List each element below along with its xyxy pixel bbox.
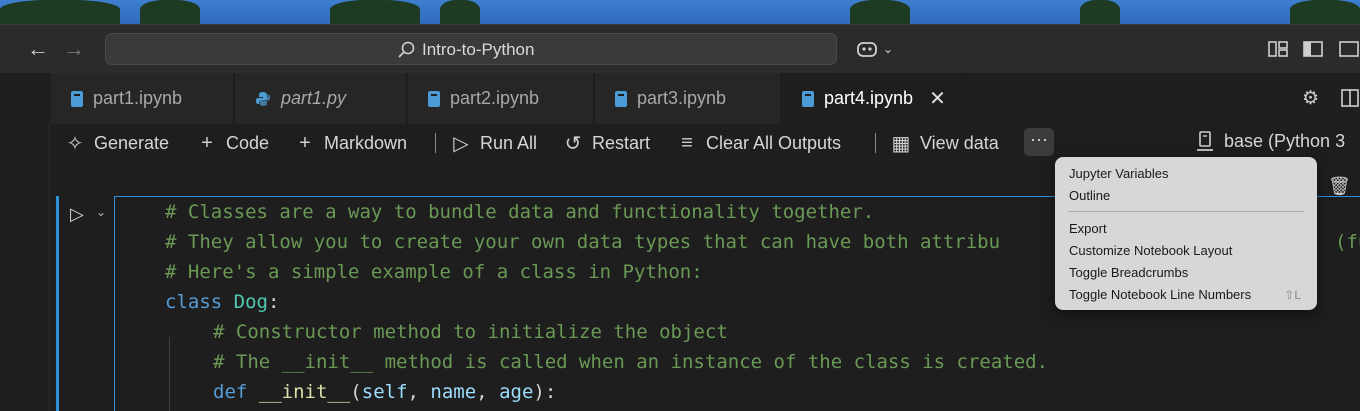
run-all-icon: ▷ — [453, 132, 469, 155]
delete-cell-icon[interactable]: 🗑 — [1328, 176, 1351, 197]
add-markdown-cell-button[interactable]: + Markdown — [294, 130, 407, 156]
paren-open: ( — [350, 381, 362, 403]
restart-label: Restart — [592, 132, 651, 153]
search-label: Intro-to-Python — [422, 40, 535, 59]
toggle-panel-icon[interactable] — [1338, 39, 1360, 59]
tab-label: part4.ipynb — [824, 88, 914, 108]
server-icon — [1197, 131, 1213, 151]
more-actions-button[interactable]: ··· — [1024, 128, 1054, 156]
menu-separator — [1068, 211, 1304, 212]
kernel-label: base (Python 3 — [1224, 130, 1346, 151]
editor-tab-bar: part1.ipynb part1.py part2.ipynb part3.i… — [0, 73, 1360, 124]
separator: , — [476, 381, 500, 403]
add-code-cell-button[interactable]: + Code — [196, 130, 269, 156]
run-all-button[interactable]: ▷ Run All — [450, 130, 537, 156]
layout-icon[interactable] — [1267, 39, 1289, 59]
arrow-left-icon[interactable]: ← — [26, 37, 50, 61]
tab-label: part1.py — [281, 88, 347, 108]
indent-guide — [169, 337, 170, 411]
notebook-icon — [428, 90, 440, 107]
restart-icon: ↺ — [564, 132, 582, 155]
param-name: name — [430, 381, 477, 403]
tab-part4-ipynb[interactable]: part4.ipynb ✕ — [782, 73, 967, 124]
table-icon: ▦ — [891, 132, 911, 155]
view-data-button[interactable]: ▦ View data — [890, 130, 999, 156]
more-actions-menu: Jupyter Variables Outline Export Customi… — [1055, 157, 1317, 310]
desktop-wallpaper — [0, 0, 1360, 24]
code-line-2-tail: (fu — [1335, 231, 1360, 253]
function-name: __init__ — [258, 381, 351, 403]
separator: , — [407, 381, 431, 403]
menu-item-label: Jupyter Variables — [1069, 166, 1169, 181]
generate-label: Generate — [94, 132, 170, 153]
tab-label: part3.ipynb — [637, 88, 727, 108]
title-bar: ← → Intro-to-Python ⌄ — [0, 24, 1360, 73]
menu-item-export[interactable]: Export — [1055, 218, 1317, 240]
code-line-7: def __init__(self, name, age): — [213, 377, 556, 407]
menu-item-label: Customize Notebook Layout — [1069, 243, 1233, 258]
split-editor-icon[interactable] — [1340, 88, 1360, 108]
gear-icon[interactable]: ⚙ — [1302, 87, 1319, 110]
arrow-right-icon[interactable]: → — [62, 37, 86, 61]
python-icon — [256, 91, 270, 106]
markdown-label: Markdown — [324, 132, 408, 153]
clear-outputs-icon: ≡ — [681, 131, 693, 154]
tab-label: part2.ipynb — [450, 88, 540, 108]
class-name: Dog — [233, 291, 268, 313]
keyboard-shortcut: ⇧L — [1284, 288, 1301, 302]
run-cell-icon[interactable]: ▷ — [70, 204, 84, 225]
view-data-label: View data — [920, 132, 999, 153]
code-line-3: # Here's a simple example of a class in … — [165, 261, 703, 283]
code-line-4: class Dog: — [165, 287, 279, 317]
code-line-2: # They allow you to create your own data… — [165, 231, 1001, 253]
tab-part2-ipynb[interactable]: part2.ipynb — [408, 73, 594, 124]
menu-item-customize-layout[interactable]: Customize Notebook Layout — [1055, 240, 1317, 262]
notebook-icon — [615, 90, 627, 107]
notebook-icon — [802, 90, 814, 107]
punctuation: : — [267, 291, 280, 313]
code-line-5: # Constructor method to initialize the o… — [213, 321, 728, 343]
cell-focus-indicator — [56, 196, 59, 411]
clear-outputs-label: Clear All Outputs — [706, 132, 842, 153]
generate-button[interactable]: ✧ Generate — [64, 130, 169, 156]
menu-item-label: Toggle Breadcrumbs — [1069, 265, 1189, 280]
command-center-search[interactable]: Intro-to-Python — [105, 33, 837, 65]
chevron-down-icon: ⌄ — [883, 42, 894, 56]
menu-item-toggle-breadcrumbs[interactable]: Toggle Breadcrumbs — [1055, 262, 1317, 284]
run-all-label: Run All — [480, 132, 538, 153]
paren-close: ): — [533, 381, 557, 403]
menu-item-jupyter-variables[interactable]: Jupyter Variables — [1055, 163, 1317, 185]
tab-part3-ipynb[interactable]: part3.ipynb — [595, 73, 781, 124]
chevron-down-icon[interactable]: ⌄ — [96, 205, 106, 219]
plus-icon: + — [299, 131, 311, 154]
param-age: age — [499, 381, 534, 403]
notebook-icon — [71, 90, 83, 107]
search-icon — [398, 41, 415, 58]
tab-label: part1.ipynb — [93, 88, 183, 108]
kernel-picker[interactable]: base (Python 3 — [1196, 130, 1345, 152]
plus-icon: + — [201, 131, 213, 154]
copilot-button[interactable]: ⌄ — [855, 39, 893, 59]
close-icon[interactable]: ✕ — [929, 86, 946, 111]
tab-part1-ipynb[interactable]: part1.ipynb — [51, 73, 234, 124]
menu-item-outline[interactable]: Outline — [1055, 185, 1317, 207]
menu-item-label: Export — [1069, 221, 1107, 236]
code-line-1: # Classes are a way to bundle data and f… — [165, 201, 875, 223]
toolbar-divider — [435, 133, 436, 153]
keyword-class: class — [165, 291, 223, 313]
toolbar-divider — [875, 133, 876, 153]
keyword-def: def — [213, 381, 248, 403]
toggle-sidebar-icon[interactable] — [1302, 39, 1324, 59]
param-self: self — [361, 381, 408, 403]
tab-part1-py[interactable]: part1.py — [235, 73, 407, 124]
copilot-icon — [857, 42, 877, 57]
menu-item-toggle-line-numbers[interactable]: Toggle Notebook Line Numbers ⇧L — [1055, 284, 1317, 306]
clear-all-outputs-button[interactable]: ≡ Clear All Outputs — [676, 130, 841, 156]
code-line-6: # The __init__ method is called when an … — [213, 351, 1049, 373]
restart-button[interactable]: ↺ Restart — [562, 130, 650, 156]
sparkle-icon: ✧ — [66, 132, 84, 155]
menu-item-label: Toggle Notebook Line Numbers — [1069, 287, 1252, 302]
menu-item-label: Outline — [1069, 188, 1111, 203]
code-label: Code — [226, 132, 270, 153]
